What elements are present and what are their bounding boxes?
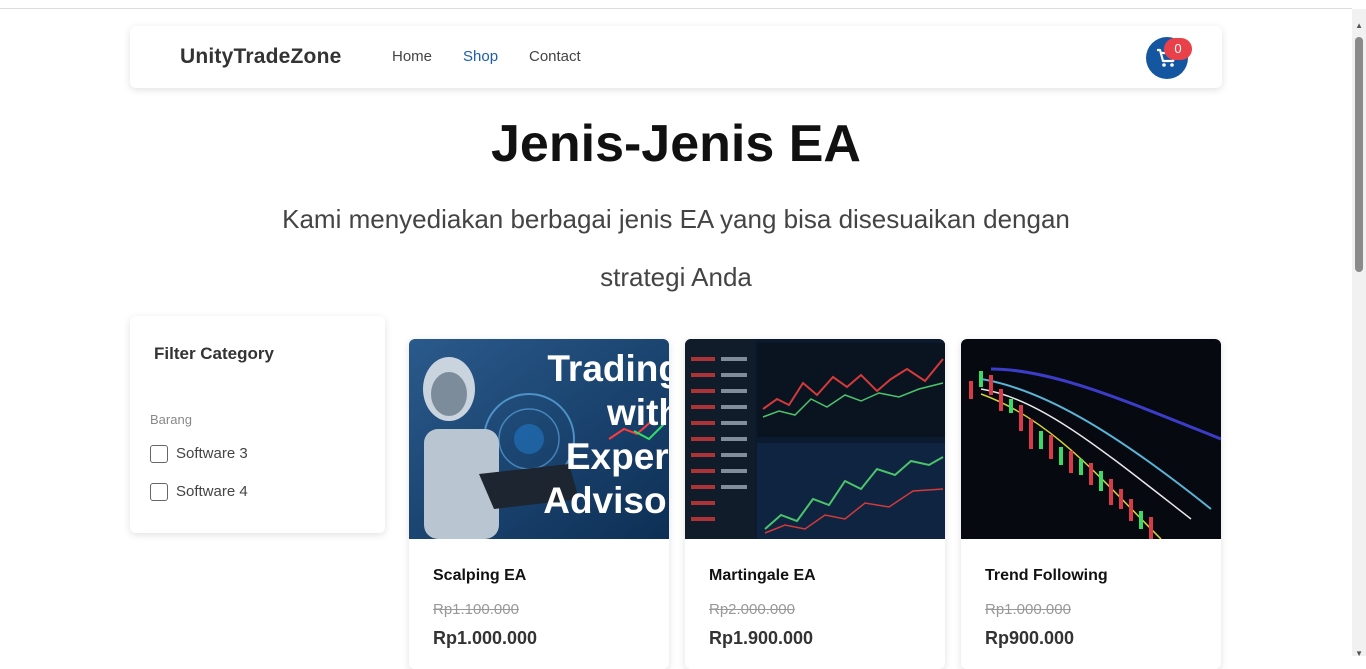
filter-title: Filter Category xyxy=(154,344,274,363)
filter-option-software-3[interactable]: Software 3 xyxy=(150,445,248,464)
product-price: Rp900.000 xyxy=(985,628,1075,648)
browser-top-divider xyxy=(0,8,1352,9)
product-image[interactable]: Trading with Expert Advisor xyxy=(409,339,669,539)
scrollbar-thumb[interactable] xyxy=(1355,37,1363,272)
product-card-trend-following[interactable]: Trend Following Rp1.000.000 Rp900.000 xyxy=(961,339,1221,669)
filter-group-label: Barang xyxy=(150,412,192,427)
product-name[interactable]: Trend Following xyxy=(985,567,1108,585)
product-image[interactable] xyxy=(961,339,1221,539)
scroll-down-icon[interactable]: ▼ xyxy=(1355,649,1363,658)
product-card-scalping[interactable]: Trading with Expert Advisor Scalping EA … xyxy=(409,339,669,669)
brand-logo[interactable]: UnityTradeZone xyxy=(180,45,342,69)
product-price: Rp1.900.000 xyxy=(709,628,814,648)
filter-option-software-4[interactable]: Software 4 xyxy=(150,483,248,502)
product-name[interactable]: Scalping EA xyxy=(433,567,526,585)
checkbox[interactable] xyxy=(150,483,168,502)
product-name[interactable]: Martingale EA xyxy=(709,567,816,585)
cart-count-badge: 0 xyxy=(1164,38,1192,60)
nav-home[interactable]: Home xyxy=(392,48,432,65)
navbar: UnityTradeZone Home Shop Contact 0 xyxy=(130,26,1222,88)
scroll-up-icon[interactable]: ▲ xyxy=(1355,21,1363,30)
filter-option-label: Software 4 xyxy=(176,483,248,500)
filter-option-label: Software 3 xyxy=(176,445,248,462)
page-subtitle: Kami menyediakan berbagai jenis EA yang … xyxy=(282,204,1070,292)
product-price: Rp1.000.000 xyxy=(433,628,538,648)
product-old-price: Rp2.000.000 xyxy=(709,601,795,618)
nav-shop[interactable]: Shop xyxy=(463,48,498,65)
image-caption: Trading with Expert Advisor xyxy=(543,348,669,521)
product-image[interactable] xyxy=(685,339,945,539)
nav-contact[interactable]: Contact xyxy=(529,48,581,65)
product-old-price: Rp1.100.000 xyxy=(433,601,519,618)
product-card-martingale[interactable]: Martingale EA Rp2.000.000 Rp1.900.000 xyxy=(685,339,945,669)
page-scrollbar[interactable]: ▲ ▼ xyxy=(1352,9,1366,658)
product-old-price: Rp1.000.000 xyxy=(985,601,1071,618)
page-title: Jenis-Jenis EA xyxy=(491,115,861,173)
filter-panel: Filter Category Barang Software 3 Softwa… xyxy=(130,316,385,533)
checkbox[interactable] xyxy=(150,445,168,464)
